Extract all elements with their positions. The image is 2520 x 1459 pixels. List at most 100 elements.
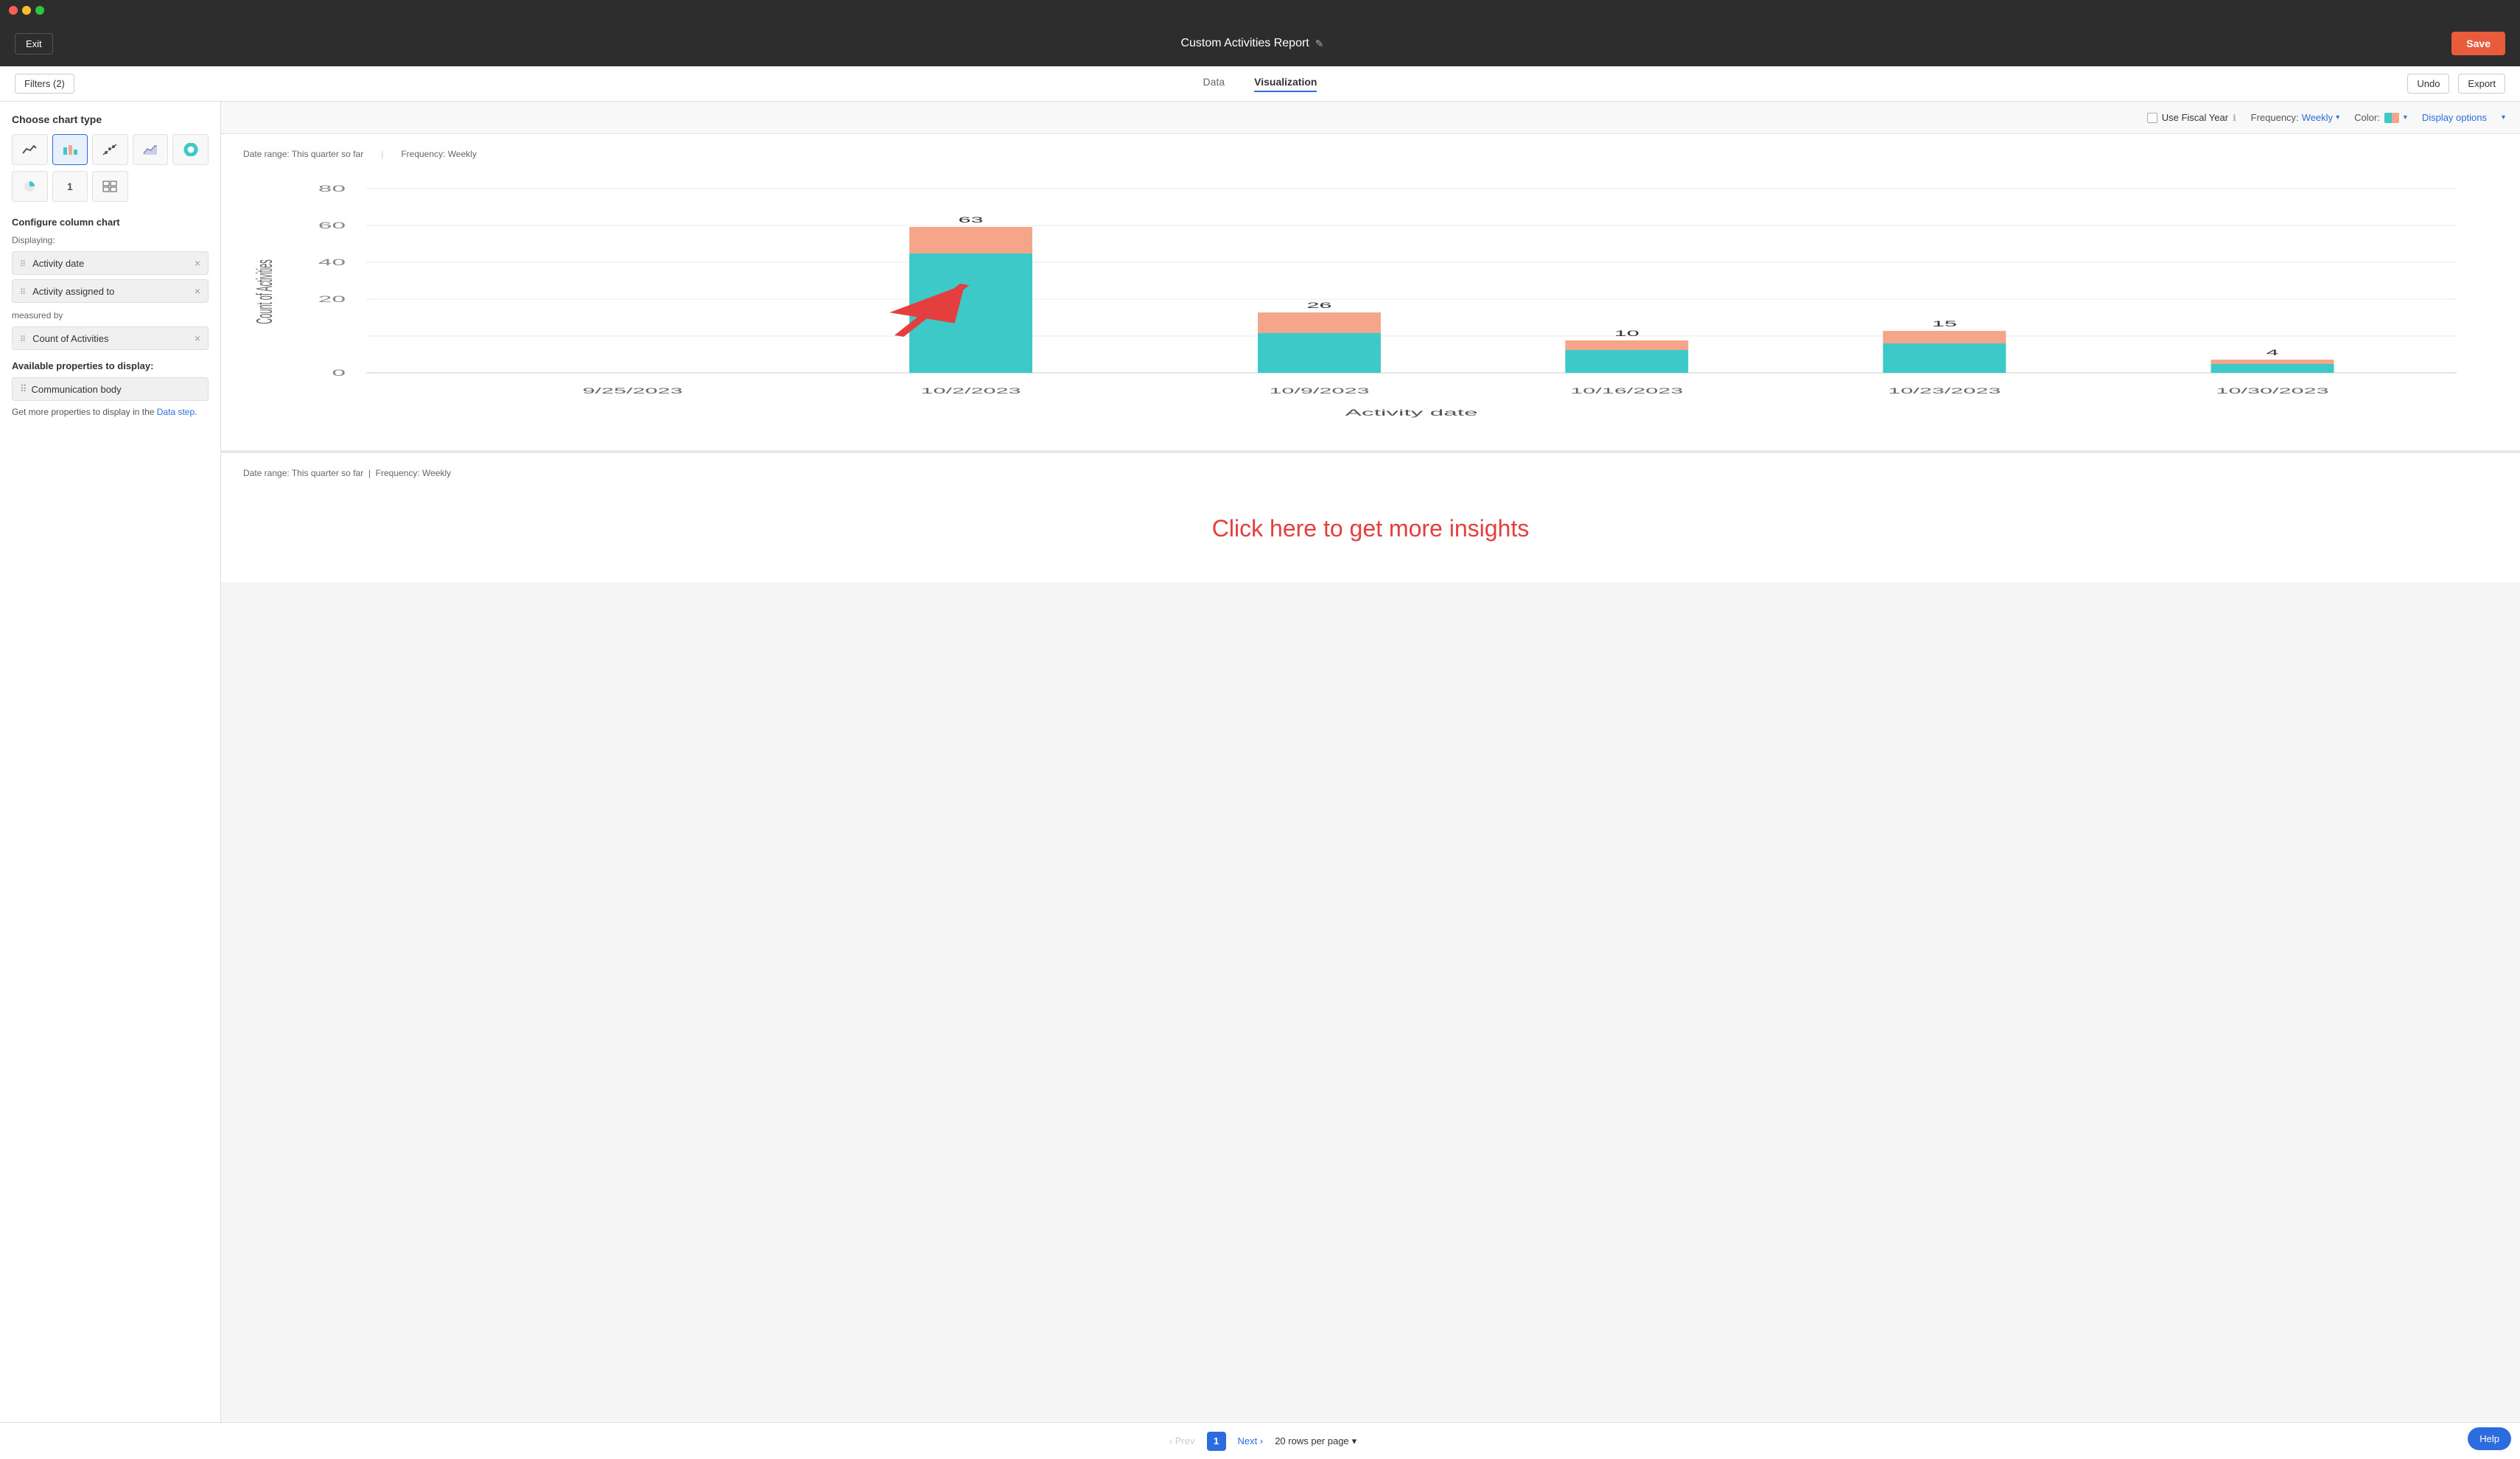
svg-text:0: 0 [332, 368, 346, 377]
bar-chart: 80 60 40 20 0 Count of Activities 9/25/2… [243, 174, 2498, 432]
svg-text:15: 15 [1932, 319, 1957, 328]
measured-by-label: measured by [12, 310, 209, 321]
svg-text:10/9/2023: 10/9/2023 [1269, 386, 1369, 395]
color-label: Color: [2354, 112, 2380, 123]
remove-activity-assigned-to[interactable]: × [195, 285, 200, 297]
rows-per-page[interactable]: 20 rows per page ▾ [1275, 1435, 1357, 1447]
chart-frequency: Frequency: Weekly [401, 149, 477, 159]
svg-text:4: 4 [2266, 348, 2278, 357]
chart-type-bar[interactable] [52, 134, 88, 165]
prev-arrow-icon: ‹ [1169, 1435, 1172, 1446]
displaying-label: Displaying: [12, 235, 209, 245]
svg-text:10/30/2023: 10/30/2023 [2216, 386, 2328, 395]
chart-type-area[interactable] [133, 134, 169, 165]
tab-bar: Filters (2) Data Visualization Undo Expo… [0, 66, 2520, 102]
edit-title-icon[interactable]: ✎ [1315, 38, 1324, 50]
svg-text:Count of Activities: Count of Activities [251, 259, 277, 323]
sidebar: Choose chart type [0, 102, 221, 1459]
chart-type-number[interactable]: 1 [52, 171, 88, 202]
minimize-button[interactable] [22, 6, 31, 15]
chart-type-grid[interactable] [92, 171, 128, 202]
data-step-link[interactable]: Data step [157, 407, 195, 417]
configure-title: Configure column chart [12, 217, 209, 228]
remove-activity-date[interactable]: × [195, 257, 200, 269]
chart-wrapper: Date range: This quarter so far | Freque… [221, 134, 2520, 453]
chart-date-range: Date range: This quarter so far [243, 149, 363, 159]
report-title-container: Custom Activities Report ✎ [1180, 37, 1323, 50]
svg-text:40: 40 [318, 257, 346, 267]
field-communication-body[interactable]: ⠿ Communication body [12, 377, 209, 401]
field-activity-assigned-to[interactable]: ⠿ Activity assigned to × [12, 279, 209, 303]
prev-button[interactable]: ‹ Prev [1163, 1432, 1201, 1449]
tab-visualization[interactable]: Visualization [1254, 76, 1317, 92]
next-arrow-icon: › [1260, 1435, 1263, 1446]
color-control: Color: ▾ [2354, 112, 2407, 123]
bar-salmon-10-23 [1883, 331, 2006, 343]
bar-salmon-10-2 [909, 227, 1032, 253]
svg-text:10: 10 [1614, 329, 1639, 337]
frequency-value[interactable]: Weekly [2302, 112, 2333, 123]
help-button[interactable]: Help [2468, 1427, 2511, 1450]
tabs-container: Data Visualization [1203, 76, 1317, 92]
close-button[interactable] [9, 6, 18, 15]
main-layout: Choose chart type [0, 102, 2520, 1459]
titlebar [0, 0, 2520, 21]
maximize-button[interactable] [35, 6, 44, 15]
display-options-button[interactable]: Display options [2422, 112, 2487, 123]
app-header: Exit Custom Activities Report ✎ Save [0, 21, 2520, 66]
rows-dropdown-icon[interactable]: ▾ [1352, 1435, 1357, 1447]
color-dropdown-icon[interactable]: ▾ [2404, 113, 2407, 122]
frequency-control: Frequency: Weekly ▾ [2251, 112, 2339, 123]
next-button[interactable]: Next › [1232, 1432, 1270, 1449]
chart-section: Date range: This quarter so far | Freque… [221, 134, 2520, 1459]
insight-date-range: Date range: This quarter so far [243, 468, 363, 478]
fiscal-year-info-icon: ℹ [2233, 113, 2236, 123]
exit-button[interactable]: Exit [15, 33, 53, 55]
svg-text:80: 80 [318, 183, 346, 193]
svg-text:10/16/2023: 10/16/2023 [1570, 386, 1683, 395]
tab-actions: Undo Export [2407, 74, 2505, 94]
fiscal-year-checkbox[interactable] [2147, 113, 2157, 123]
chart-type-line[interactable] [12, 134, 48, 165]
filters-button[interactable]: Filters (2) [15, 74, 74, 94]
frequency-dropdown-icon[interactable]: ▾ [2336, 113, 2339, 122]
report-title: Custom Activities Report [1180, 37, 1309, 50]
remove-count-of-activities[interactable]: × [195, 332, 200, 344]
current-page: 1 [1207, 1432, 1226, 1451]
data-step-hint: Get more properties to display in the Da… [12, 407, 209, 417]
pagination: ‹ Prev 1 Next › 20 rows per page ▾ [221, 1422, 2520, 1459]
chart-types-row1 [12, 134, 209, 165]
color-swatch[interactable] [2384, 113, 2399, 123]
undo-button[interactable]: Undo [2407, 74, 2449, 94]
svg-text:26: 26 [1306, 301, 1331, 309]
insight-cta[interactable]: Click here to get more insights [243, 490, 2498, 567]
svg-text:10/23/2023: 10/23/2023 [1888, 386, 2001, 395]
svg-text:9/25/2023: 9/25/2023 [582, 386, 682, 395]
chart-type-scatter[interactable] [92, 134, 128, 165]
chart-meta: Date range: This quarter so far | Freque… [243, 149, 2498, 159]
svg-text:10/2/2023: 10/2/2023 [920, 386, 1021, 395]
chart-options-bar: Use Fiscal Year ℹ Frequency: Weekly ▾ Co… [221, 102, 2520, 134]
bar-salmon-10-9 [1258, 312, 1381, 333]
field-count-of-activities[interactable]: ⠿ Count of Activities × [12, 326, 209, 350]
field-activity-date[interactable]: ⠿ Activity date × [12, 251, 209, 275]
export-button[interactable]: Export [2458, 74, 2505, 94]
bar-teal-10-9 [1258, 333, 1381, 373]
frequency-label: Frequency: [2251, 112, 2299, 123]
svg-text:63: 63 [959, 215, 984, 224]
content-area: Use Fiscal Year ℹ Frequency: Weekly ▾ Co… [221, 102, 2520, 1459]
display-options-dropdown-icon[interactable]: ▾ [2502, 113, 2505, 122]
insight-frequency: Frequency: Weekly [376, 468, 452, 478]
chart-type-pie[interactable] [12, 171, 48, 202]
bar-teal-10-30 [2211, 364, 2334, 373]
svg-text:Activity date: Activity date [1345, 407, 1478, 417]
insight-meta: Date range: This quarter so far | Freque… [243, 468, 2498, 478]
insight-section: Date range: This quarter so far | Freque… [221, 453, 2520, 582]
tab-data[interactable]: Data [1203, 76, 1225, 92]
fiscal-year-option: Use Fiscal Year ℹ [2147, 112, 2236, 123]
chart-type-donut[interactable] [172, 134, 209, 165]
fiscal-year-label: Use Fiscal Year [2162, 112, 2228, 123]
bar-salmon-10-16 [1565, 340, 1688, 350]
save-button[interactable]: Save [2451, 32, 2505, 55]
bar-teal-10-16 [1565, 350, 1688, 373]
